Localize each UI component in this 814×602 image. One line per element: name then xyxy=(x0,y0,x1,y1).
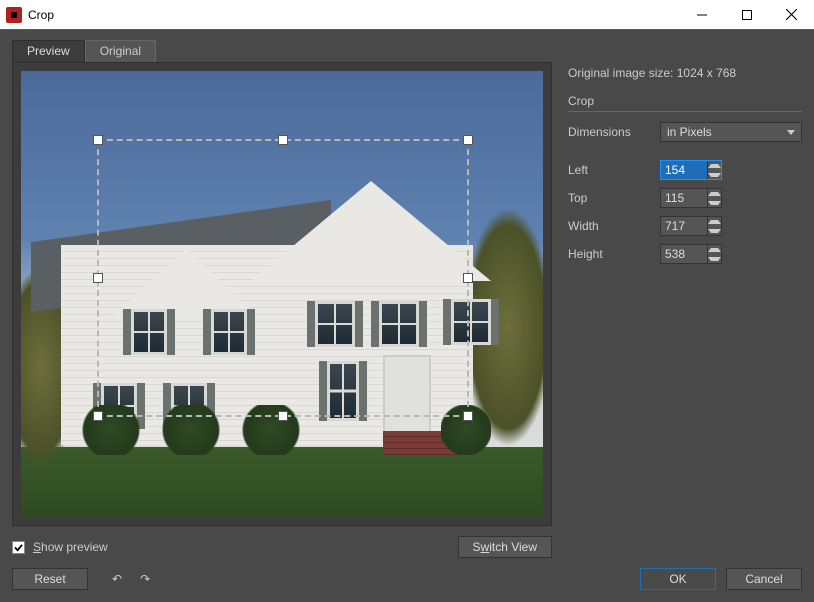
right-panel: Original image size: 1024 x 768 Crop Dim… xyxy=(568,40,802,558)
left-label: Left xyxy=(568,163,660,177)
cancel-button[interactable]: Cancel xyxy=(726,568,802,590)
bottom-bar: Reset ↶ ↷ OK Cancel xyxy=(12,568,802,590)
crop-handle-nw[interactable] xyxy=(93,135,103,145)
undo-button[interactable]: ↶ xyxy=(112,572,122,586)
width-label: Width xyxy=(568,219,660,233)
width-input[interactable]: 717 xyxy=(660,216,722,236)
left-spin-down[interactable] xyxy=(708,170,721,179)
crop-handle-se[interactable] xyxy=(463,411,473,421)
top-spin-up[interactable] xyxy=(708,189,721,198)
left-input[interactable]: 154 xyxy=(660,160,722,180)
height-input[interactable]: 538 xyxy=(660,244,722,264)
height-label: Height xyxy=(568,247,660,261)
crop-handle-n[interactable] xyxy=(278,135,288,145)
crop-handle-sw[interactable] xyxy=(93,411,103,421)
ok-button[interactable]: OK xyxy=(640,568,716,590)
close-button[interactable] xyxy=(769,0,814,30)
show-preview-label: Show preview xyxy=(33,540,108,554)
top-label: Top xyxy=(568,191,660,205)
crop-selection[interactable] xyxy=(97,139,469,417)
app-icon xyxy=(6,7,22,23)
dimensions-label: Dimensions xyxy=(568,125,660,139)
height-spin-down[interactable] xyxy=(708,254,721,263)
tab-preview[interactable]: Preview xyxy=(12,40,85,62)
height-spin-up[interactable] xyxy=(708,245,721,254)
width-spin-up[interactable] xyxy=(708,217,721,226)
crop-handle-e[interactable] xyxy=(463,273,473,283)
dialog-body: Preview Original xyxy=(0,30,814,602)
image-preview[interactable] xyxy=(21,71,543,517)
titlebar: Crop xyxy=(0,0,814,30)
chevron-down-icon xyxy=(787,130,795,135)
switch-view-button[interactable]: Switch View xyxy=(458,536,553,558)
minimize-button[interactable] xyxy=(679,0,724,30)
dimensions-select[interactable]: in Pixels xyxy=(660,122,802,142)
left-spin-up[interactable] xyxy=(708,161,721,170)
left-column: Preview Original xyxy=(12,40,552,558)
window-title: Crop xyxy=(28,8,679,22)
width-spin-down[interactable] xyxy=(708,226,721,235)
top-spin-down[interactable] xyxy=(708,198,721,207)
preview-frame xyxy=(12,62,552,526)
crop-handle-s[interactable] xyxy=(278,411,288,421)
top-input[interactable]: 115 xyxy=(660,188,722,208)
original-size: Original image size: 1024 x 768 xyxy=(568,66,802,80)
tabs: Preview Original xyxy=(12,40,552,62)
show-preview-checkbox[interactable] xyxy=(12,541,25,554)
reset-button[interactable]: Reset xyxy=(12,568,88,590)
redo-button[interactable]: ↷ xyxy=(140,572,150,586)
tab-original[interactable]: Original xyxy=(85,40,156,62)
maximize-button[interactable] xyxy=(724,0,769,30)
crop-handle-ne[interactable] xyxy=(463,135,473,145)
section-crop: Crop xyxy=(568,94,802,112)
crop-handle-w[interactable] xyxy=(93,273,103,283)
